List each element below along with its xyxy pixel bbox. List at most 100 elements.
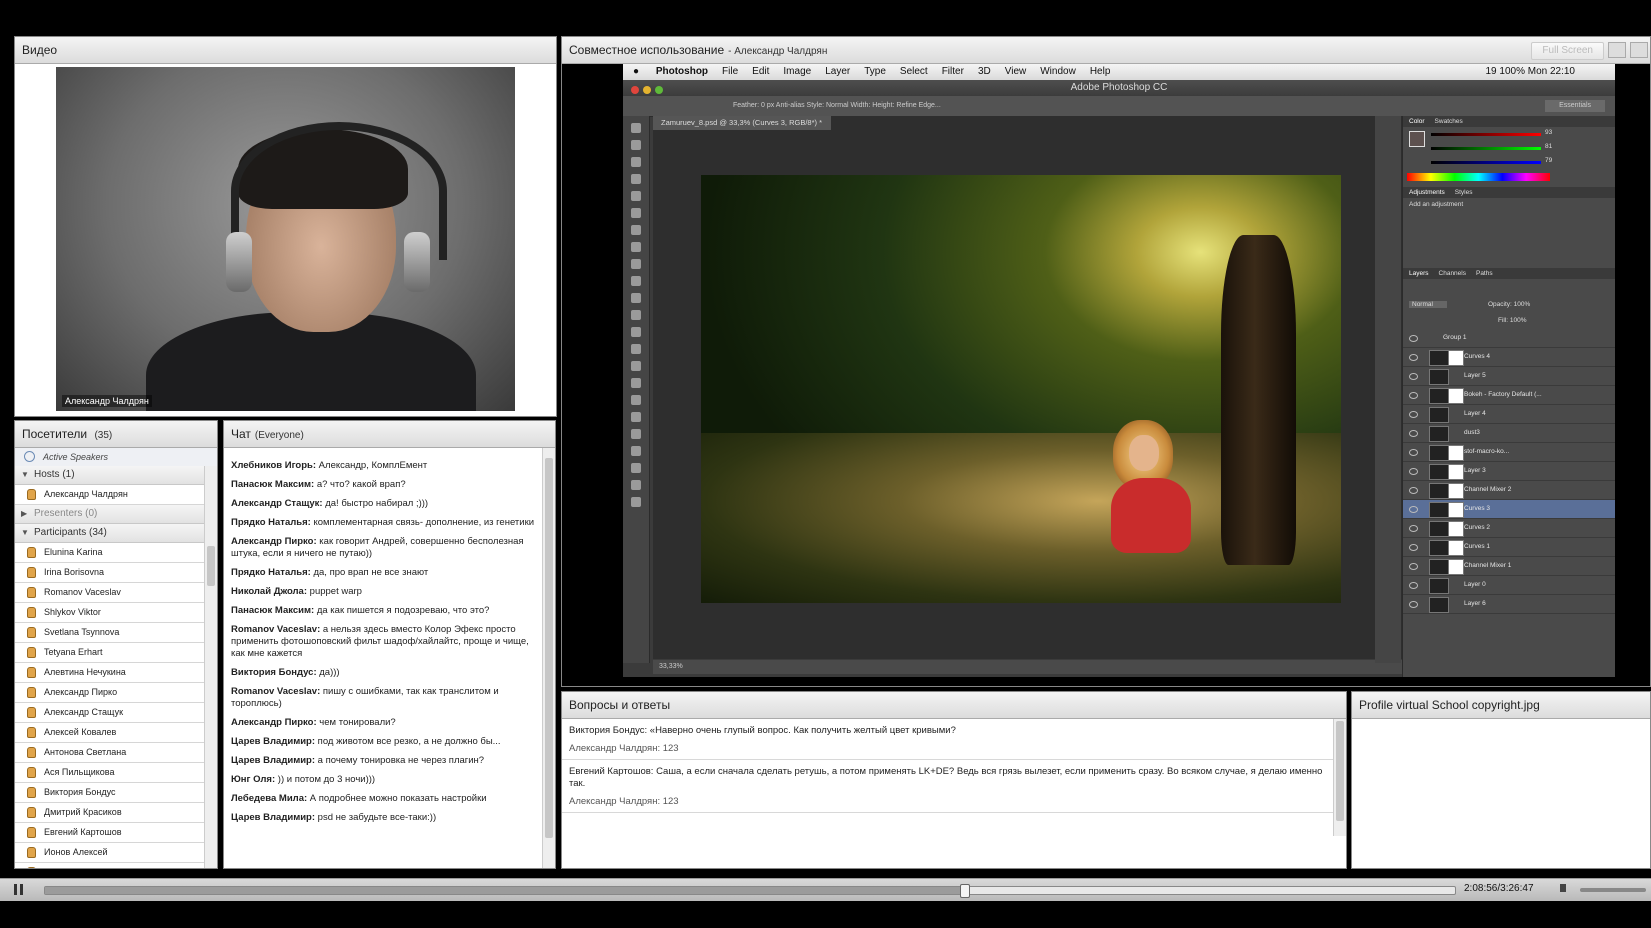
mac-menu-item[interactable]: Layer — [825, 66, 850, 77]
layer-mask — [1448, 559, 1464, 575]
participant-item[interactable]: Алексей Ковалев — [15, 723, 206, 743]
layer-row[interactable]: Channel Mixer 2 — [1403, 481, 1615, 500]
mac-menu-item[interactable]: Type — [864, 66, 886, 77]
mac-menu-item[interactable]: Edit — [752, 66, 769, 77]
qa-scrollbar[interactable] — [1333, 719, 1346, 836]
ps-document-tab[interactable]: Zamuruev_8.psd @ 33,3% (Curves 3, RGB/8*… — [653, 116, 831, 130]
layer-row[interactable]: Bokeh - Factory Default (... — [1403, 386, 1615, 405]
eye-icon[interactable] — [1409, 354, 1418, 361]
presenters-group-header[interactable]: ▶ Presenters (0) — [15, 505, 206, 524]
eye-icon[interactable] — [1409, 468, 1418, 475]
mac-menu-item[interactable]: Help — [1090, 66, 1111, 77]
mac-menu-item[interactable]: Filter — [942, 66, 964, 77]
eye-icon[interactable] — [1409, 544, 1418, 551]
participant-item[interactable]: Svetlana Tsynnova — [15, 623, 206, 643]
layout-icon-2[interactable] — [1630, 42, 1648, 58]
layer-row[interactable]: Layer 3 — [1403, 462, 1615, 481]
participant-item[interactable]: Александр Пирко — [15, 683, 206, 703]
layer-row[interactable]: Layer 5 — [1403, 367, 1615, 386]
layer-row[interactable]: stof-macro-ko... — [1403, 443, 1615, 462]
eye-icon[interactable] — [1409, 335, 1418, 342]
adjustments-panel-tabs[interactable]: Adjustments Styles — [1403, 187, 1615, 198]
participant-item[interactable]: Ася Пильщикова — [15, 763, 206, 783]
eye-icon[interactable] — [1409, 506, 1418, 513]
layer-row[interactable]: dust3 — [1403, 424, 1615, 443]
participant-name: Антонова Светлана — [44, 747, 127, 757]
color-panel-tabs[interactable]: Color Swatches — [1403, 116, 1615, 127]
participant-item[interactable]: Elunina Karina — [15, 543, 206, 563]
mac-menu-item[interactable]: File — [722, 66, 738, 77]
layer-row[interactable]: Curves 2 — [1403, 519, 1615, 538]
eye-icon[interactable] — [1409, 411, 1418, 418]
layers-panel-tabs[interactable]: Layers Channels Paths — [1403, 268, 1615, 279]
layer-row[interactable]: Group 1 — [1403, 329, 1615, 348]
participants-group-header[interactable]: ▼ Participants (34) — [15, 524, 206, 543]
layer-row[interactable]: Curves 4 — [1403, 348, 1615, 367]
layer-row[interactable]: Curves 3 — [1403, 500, 1615, 519]
participant-name: Алевтина Нечукина — [44, 667, 126, 677]
qa-item[interactable]: Виктория Бондус: «Наверно очень глупый в… — [562, 719, 1333, 760]
eye-icon[interactable] — [1409, 487, 1418, 494]
adjustments-panel[interactable]: Add an adjustment — [1403, 198, 1615, 268]
eye-icon[interactable] — [1409, 563, 1418, 570]
seek-bar[interactable] — [44, 884, 1456, 898]
mac-menu-item[interactable]: Window — [1040, 66, 1076, 77]
eye-icon[interactable] — [1409, 449, 1418, 456]
participant-item[interactable]: Дмитрий Красиков — [15, 803, 206, 823]
eye-icon[interactable] — [1409, 601, 1418, 608]
seek-handle[interactable] — [959, 884, 970, 898]
ps-document-area[interactable]: Zamuruev_8.psd @ 33,3% (Curves 3, RGB/8*… — [653, 116, 1405, 659]
fullscreen-button[interactable]: Full Screen — [1531, 42, 1604, 60]
eye-icon[interactable] — [1409, 525, 1418, 532]
layout-icon[interactable] — [1608, 42, 1626, 58]
pause-button[interactable] — [14, 884, 23, 895]
mac-menu-item[interactable]: Photoshop — [656, 66, 708, 77]
attendees-scrollbar[interactable] — [204, 466, 217, 868]
layer-row[interactable]: Layer 0 — [1403, 576, 1615, 595]
chat-scrollbar[interactable] — [542, 448, 555, 868]
hosts-group-header[interactable]: ▼ Hosts (1) — [15, 466, 206, 485]
mac-menu-item[interactable]: View — [1005, 66, 1027, 77]
opacity-field[interactable]: Opacity: 100% — [1488, 301, 1530, 308]
participant-item[interactable]: Евгений Картошов — [15, 823, 206, 843]
ps-panel-dock[interactable] — [1375, 116, 1401, 663]
chat-author: Александр Стащук: — [231, 498, 323, 509]
mac-menu-item[interactable]: Select — [900, 66, 928, 77]
layer-row[interactable]: Layer 6 — [1403, 595, 1615, 614]
ps-toolbar[interactable] — [623, 116, 650, 663]
participant-item[interactable]: Tetyana Erhart — [15, 643, 206, 663]
qa-item[interactable]: Евгений Картошов: Саша, а если сначала с… — [562, 760, 1333, 813]
participant-item[interactable]: Romanov Vaceslav — [15, 583, 206, 603]
workspace-select[interactable]: Essentials — [1545, 100, 1605, 112]
user-icon — [27, 707, 36, 718]
chat-text: А подробнее можно показать настройки — [307, 793, 487, 804]
eye-icon[interactable] — [1409, 430, 1418, 437]
participant-name: Дмитрий Красиков — [44, 807, 122, 817]
participant-item[interactable]: Shlykov Viktor — [15, 603, 206, 623]
participant-item[interactable]: Ионов Алексей — [15, 843, 206, 863]
layer-row[interactable]: Channel Mixer 1 — [1403, 557, 1615, 576]
eye-icon[interactable] — [1409, 392, 1418, 399]
layer-row[interactable]: Layer 4 — [1403, 405, 1615, 424]
participant-item[interactable]: Александр Стащук — [15, 703, 206, 723]
layer-row[interactable]: Curves 1 — [1403, 538, 1615, 557]
chat-text: а почему тонировка не через плагин? — [315, 755, 485, 766]
participant-item[interactable]: Алевтина Нечукина — [15, 663, 206, 683]
color-panel[interactable]: 93 81 79 — [1403, 127, 1615, 187]
participant-item[interactable]: Irina Borisovna — [15, 563, 206, 583]
volume-slider[interactable] — [1580, 888, 1646, 892]
eye-icon[interactable] — [1409, 373, 1418, 380]
participant-item[interactable]: Антонова Светлана — [15, 743, 206, 763]
mac-menu-item[interactable]: Image — [783, 66, 811, 77]
volume-icon[interactable] — [1560, 884, 1566, 892]
eye-icon[interactable] — [1409, 582, 1418, 589]
layers-options[interactable]: Normal Opacity: 100% Fill: 100% — [1403, 279, 1615, 329]
chat-author: Царев Владимир: — [231, 812, 316, 823]
fill-field[interactable]: Fill: 100% — [1498, 317, 1527, 324]
blend-mode-select[interactable]: Normal — [1409, 301, 1447, 308]
host-item[interactable]: Александр Чалдрян — [15, 485, 206, 505]
participant-item[interactable]: Виктория Бондус — [15, 783, 206, 803]
participant-item[interactable]: Колесов Евгений — [15, 863, 206, 868]
chat-message: Царев Владимир: под животом все резко, а… — [231, 736, 537, 748]
mac-menu-item[interactable]: 3D — [978, 66, 991, 77]
